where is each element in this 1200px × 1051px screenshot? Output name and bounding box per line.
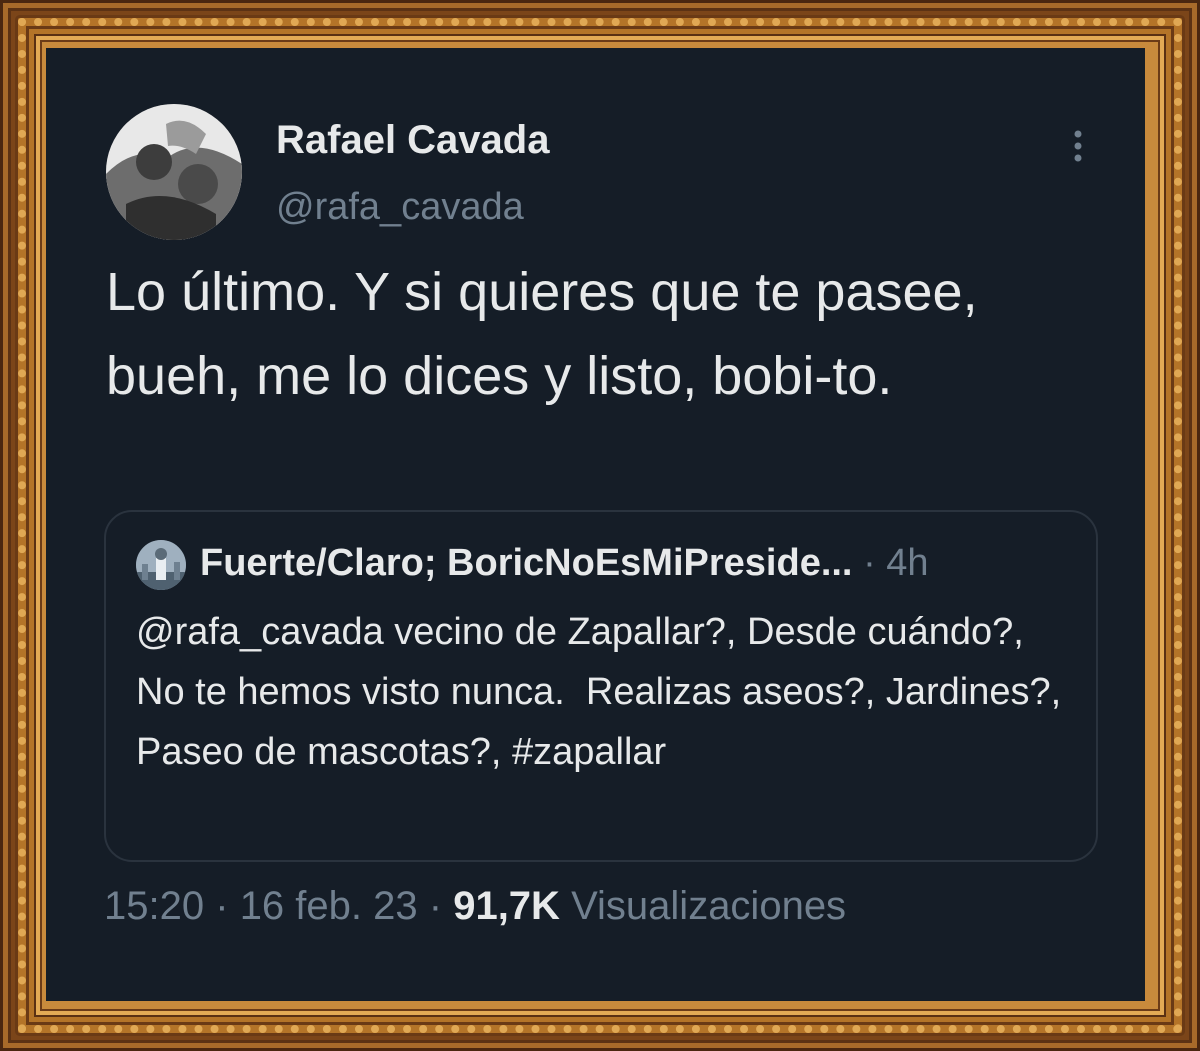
quoted-author-name[interactable]: Fuerte/Claro; BoricNoEsMiPreside... [200,542,853,584]
quoted-tweet-header: Fuerte/Claro; BoricNoEsMiPreside... · 4h [200,542,929,585]
tweet-date[interactable]: 16 feb. 23 [240,884,418,928]
avatar-photo-icon [106,104,242,240]
tweet-card: Rafael Cavada @rafa_cavada Lo último. Y … [46,48,1145,1001]
quoted-separator: · [863,542,876,584]
quoted-timestamp[interactable]: 4h [886,542,928,584]
views-count[interactable]: 91,7K [453,884,560,928]
quoted-tweet[interactable]: Fuerte/Claro; BoricNoEsMiPreside... · 4h… [104,510,1098,862]
more-vertical-icon[interactable] [1066,128,1090,164]
views-label[interactable]: Visualizaciones [571,884,846,928]
author-handle[interactable]: @rafa_cavada [276,186,524,229]
quoted-author-avatar[interactable] [136,540,186,590]
author-avatar[interactable] [106,104,242,240]
quoted-tweet-text: @rafa_cavada vecino de Zapallar?, Desde … [136,611,1072,773]
tweet-metadata: 15:20 · 16 feb. 23 · 91,7K Visualizacion… [104,884,846,929]
author-display-name[interactable]: Rafael Cavada [276,118,549,163]
tweet-text: Lo último. Y si quieres que te pasee, bu… [106,262,978,406]
statue-avatar-icon [136,540,186,590]
meta-separator: · [428,884,443,928]
tweet-time[interactable]: 15:20 [104,884,204,928]
meta-separator: · [215,884,229,928]
